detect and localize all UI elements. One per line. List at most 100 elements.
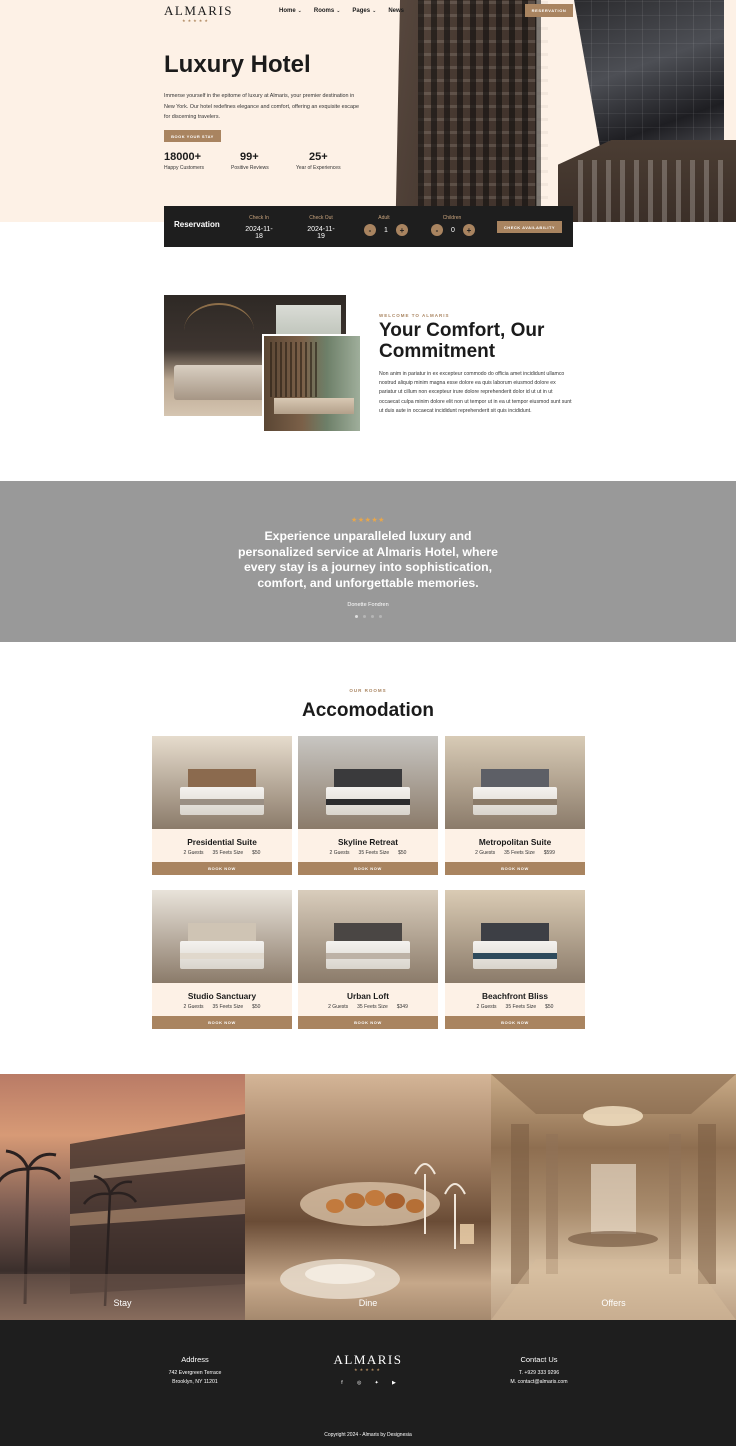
carousel-dots (0, 615, 736, 618)
chevron-down-icon: ⌄ (372, 8, 377, 14)
feature-stay[interactable]: Stay (0, 1074, 245, 1320)
feature-label: Dine (358, 1298, 378, 1308)
offers-illustration (491, 1074, 736, 1320)
room-meta: 2 Guests 35 Feets Size $50 (445, 1004, 585, 1010)
book-your-stay-button[interactable]: BOOK YOUR STAY (164, 130, 221, 142)
room-card: Urban Loft 2 Guests 35 Feets Size $349 BOO… (298, 890, 438, 1029)
feature-dine[interactable]: Dine (245, 1074, 491, 1320)
check-availability-button[interactable]: CHECK AVAILABILITY (497, 221, 562, 233)
adult-label: Adult (378, 215, 390, 221)
brand-name: ALMARIS (164, 3, 234, 18)
room-guests: 2 Guests (329, 850, 350, 856)
main-nav: Home ⌄ Rooms ⌄ Pages ⌄ News (279, 8, 404, 14)
room-price: $50 (252, 850, 261, 856)
youtube-icon[interactable]: ▶ (390, 1380, 398, 1386)
room-size: 35 Feets Size (505, 1004, 537, 1010)
room-size: 35 Feets Size (212, 850, 244, 856)
room-price: $349 (396, 1004, 408, 1010)
children-increment-button[interactable]: + (462, 224, 475, 236)
bed-runner (180, 953, 264, 959)
rating-stars: ★★★★★ (351, 517, 385, 524)
check-in-label: Check In (249, 215, 269, 221)
testimonial-quote: Experience unparalleled luxury and perso… (238, 529, 498, 590)
room-photo[interactable] (152, 890, 292, 983)
brand-stars: ★★★★★ (182, 18, 210, 23)
room-photo[interactable] (152, 736, 292, 829)
hero-section: ALMARIS ★★★★★ Home ⌄ Rooms ⌄ Pages ⌄ News R… (0, 0, 736, 222)
book-now-button[interactable]: BOOK NOW (298, 1016, 438, 1029)
room-size: 35 Feets Size (504, 850, 535, 856)
room-photo[interactable] (298, 736, 438, 829)
book-now-button[interactable]: BOOK NOW (298, 862, 438, 875)
building-windows (418, 0, 548, 222)
room-name: Presidential Suite (187, 837, 257, 847)
room-info: Presidential Suite 2 Guests 35 Feets Size… (152, 829, 292, 862)
check-out-field[interactable]: Check Out 2024-11-19 (304, 215, 338, 240)
bed-runner (180, 799, 264, 805)
stay-illustration (0, 1114, 245, 1320)
room-photo[interactable] (298, 890, 438, 983)
room-name: Urban Loft (347, 991, 389, 1001)
room-info: Skyline Retreat 2 Guests 35 Feets Size $50 (298, 829, 438, 862)
book-now-button[interactable]: BOOK NOW (445, 862, 585, 875)
adult-increment-button[interactable]: + (395, 224, 408, 236)
book-now-button[interactable]: BOOK NOW (152, 1016, 292, 1029)
room-photo[interactable] (445, 736, 585, 829)
nav-item-label: Home (279, 8, 296, 14)
room-price: $599 (543, 850, 555, 856)
nav-item-news[interactable]: News (388, 8, 404, 14)
check-out-label: Check Out (309, 215, 333, 221)
book-now-button[interactable]: BOOK NOW (152, 862, 292, 875)
footer-phone[interactable]: T. +929 333 9296 (479, 1370, 599, 1376)
room-meta: 2 Guests 35 Feets Size $50 (298, 850, 438, 856)
room-name: Metropolitan Suite (478, 837, 552, 847)
footer-email[interactable]: M. contact@almaris.com (479, 1379, 599, 1385)
carousel-dot[interactable] (354, 615, 358, 618)
room-price: $50 (398, 850, 407, 856)
nav-item-rooms[interactable]: Rooms ⌄ (314, 8, 341, 14)
facebook-icon[interactable]: f (338, 1380, 346, 1386)
carousel-dot[interactable] (378, 615, 382, 618)
book-now-button[interactable]: BOOK NOW (445, 1016, 585, 1029)
bedroom-image-secondary (262, 334, 362, 433)
bed-runner (473, 953, 557, 959)
stat-value: 18000+ (164, 151, 202, 163)
room-guests: 2 Guests (476, 1004, 497, 1010)
room-name: Beachfront Bliss (482, 991, 548, 1001)
room-photo[interactable] (445, 890, 585, 983)
room-name: Skyline Retreat (338, 837, 398, 847)
adult-decrement-button[interactable]: - (364, 224, 376, 236)
check-out-value: 2024-11-19 (307, 226, 335, 240)
chevron-down-icon: ⌄ (297, 8, 302, 14)
room-card: Metropolitan Suite 2 Guests 35 Feets Size… (445, 736, 585, 875)
stat-label: Happy Customers (164, 165, 205, 171)
nav-item-label: Pages (352, 8, 371, 14)
twitter-icon[interactable]: ✦ (373, 1380, 381, 1386)
instagram-icon[interactable]: ◎ (355, 1380, 363, 1386)
check-in-value: 2024-11-18 (245, 226, 273, 240)
room-size: 35 Feets Size (358, 850, 390, 856)
room-size: 35 Feets Size (212, 1004, 244, 1010)
carousel-dot[interactable] (370, 615, 374, 618)
reservation-button[interactable]: RESERVATION (525, 4, 573, 17)
brand-logo[interactable]: ALMARIS ★★★★★ (164, 3, 234, 23)
room-price: $50 (545, 1004, 554, 1010)
room-meta: 2 Guests 35 Feets Size $599 (445, 850, 585, 856)
check-in-field[interactable]: Check In 2024-11-18 (243, 215, 275, 240)
room-meta: 2 Guests 35 Feets Size $349 (298, 1004, 438, 1010)
about-text: Non anim in pariatur in ex excepteur com… (379, 371, 572, 414)
feature-offers[interactable]: Offers (491, 1074, 736, 1320)
bench-shape (274, 398, 354, 414)
carousel-dot[interactable] (362, 615, 366, 618)
hero-text: Immerse yourself in the epitome of luxur… (164, 93, 359, 120)
children-value: 0 (451, 226, 455, 234)
adult-value: 1 (384, 226, 388, 234)
footer-contact-title: Contact Us (520, 1355, 558, 1364)
testimonial-author: Donette Fondren (347, 602, 389, 608)
room-info: Studio Sanctuary 2 Guests 35 Feets Size $5… (152, 983, 292, 1016)
nav-item-pages[interactable]: Pages ⌄ (352, 8, 376, 14)
nav-item-home[interactable]: Home ⌄ (279, 8, 302, 14)
footer-logo[interactable]: ALMARIS (318, 1352, 418, 1368)
children-decrement-button[interactable]: - (431, 224, 443, 236)
stat-label: Year of Experiences (296, 165, 341, 171)
